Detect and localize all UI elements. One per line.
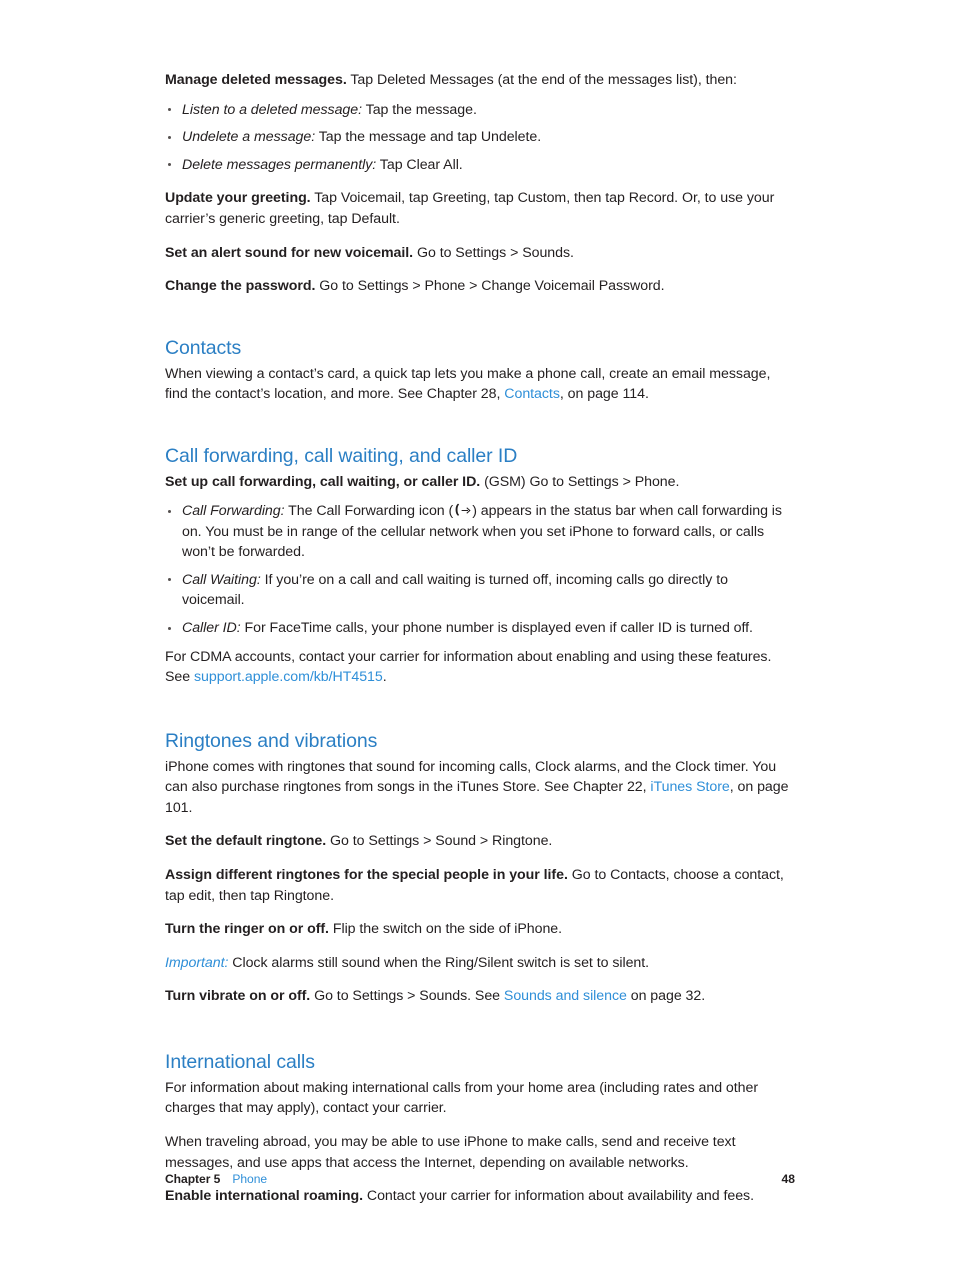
task-lead-default-ringtone: Set the default ringtone.: [165, 833, 327, 850]
bullet-desc: Tap Clear All.: [376, 156, 463, 173]
paragraph-setup-call-forwarding: Set up call forwarding, call waiting, or…: [165, 472, 792, 493]
task-text-default-ringtone: Go to Settings > Sound > Ringtone.: [326, 833, 553, 850]
paragraph-ringer-switch: Turn the ringer on or off. Flip the swit…: [165, 919, 792, 940]
important-text: Clock alarms still sound when the Ring/S…: [228, 954, 650, 971]
bullet-dot-icon: [168, 135, 171, 139]
paragraph-cdma-accounts: For CDMA accounts, contact your carrier …: [165, 647, 792, 688]
paragraph-international-info: For information about making internation…: [165, 1079, 759, 1117]
paragraph-update-greeting: Update your greeting. Tap Voicemail, tap…: [165, 188, 792, 229]
footer-chapter-name-link[interactable]: Phone: [232, 1172, 267, 1186]
task-lead-ringer-switch: Turn the ringer on or off.: [165, 921, 329, 938]
section-ringtones: Ringtones and vibrations iPhone comes wi…: [165, 730, 792, 1007]
cdma-text-after-link: .: [382, 669, 387, 686]
task-text-setup-call-forwarding: (GSM) Go to Settings > Phone.: [480, 473, 680, 490]
section-heading-contacts: Contacts: [165, 336, 242, 359]
bullet-dot-icon: [168, 108, 171, 112]
list-item: Delete messages permanently: Tap Clear A…: [165, 155, 792, 176]
document-page-content: Manage deleted messages. Tap Deleted Mes…: [165, 70, 792, 1207]
footer-page-number: 48: [781, 1172, 795, 1186]
list-item: Undelete a message: Tap the message and …: [165, 127, 792, 148]
list-item: Listen to a deleted message: Tap the mes…: [165, 100, 792, 121]
bullet-term: Undelete a message:: [182, 129, 316, 146]
bullet-term: Listen to a deleted message:: [182, 101, 363, 118]
bullet-term: Caller ID:: [182, 620, 241, 637]
task-lead-update-greeting: Update your greeting.: [165, 190, 311, 207]
bullet-list-deleted-messages: Listen to a deleted message: Tap the mes…: [165, 100, 792, 176]
section-heading-call-forwarding: Call forwarding, call waiting, and calle…: [165, 444, 518, 467]
task-lead-setup-call-forwarding: Set up call forwarding, call waiting, or…: [165, 473, 481, 490]
bullet-dot-icon: [168, 578, 171, 582]
paragraph-important-note: Important: Clock alarms still sound when…: [165, 953, 792, 974]
link-itunes-store[interactable]: iTunes Store: [650, 779, 729, 795]
vibrate-text-before-link: Go to Settings > Sounds. See: [310, 988, 504, 1005]
task-lead-alert-sound: Set an alert sound for new voicemail.: [165, 244, 414, 261]
bullet-term: Call Forwarding:: [182, 503, 285, 520]
paragraph-contacts-intro: When viewing a contact’s card, a quick t…: [165, 364, 792, 405]
list-item: Caller ID: For FaceTime calls, your phon…: [165, 618, 792, 639]
bullet-dot-icon: [168, 626, 171, 630]
task-lead-change-password: Change the password.: [165, 278, 316, 295]
bullet-desc: Tap the message and tap Undelete.: [315, 129, 542, 146]
list-item: Call Forwarding: The Call Forwarding ico…: [165, 501, 792, 563]
bullet-term: Delete messages permanently:: [182, 156, 377, 173]
task-text-alert-sound: Go to Settings > Sounds.: [413, 244, 574, 261]
task-lead-manage-deleted: Manage deleted messages.: [165, 72, 347, 88]
paragraph-traveling-abroad: When traveling abroad, you may be able t…: [165, 1133, 736, 1171]
section-contacts: Contacts When viewing a contact’s card, …: [165, 337, 792, 405]
footer-chapter-label: Chapter 5: [165, 1172, 221, 1186]
important-label: Important:: [165, 954, 229, 971]
page-footer: Chapter 5 Phone 48: [165, 1172, 795, 1186]
section-heading-ringtones: Ringtones and vibrations: [165, 729, 378, 752]
section-heading-international-calls: International calls: [165, 1050, 315, 1073]
bullet-desc: For FaceTime calls, your phone number is…: [240, 620, 753, 637]
bullet-dot-icon: [168, 509, 171, 513]
vibrate-text-after-link: on page 32.: [626, 988, 706, 1005]
bullet-list-call-features: Call Forwarding: The Call Forwarding ico…: [165, 501, 792, 639]
call-forwarding-icon: [453, 503, 472, 517]
bullet-desc: If you’re on a call and call waiting is …: [182, 571, 728, 609]
task-lead-enable-roaming: Enable international roaming.: [165, 1188, 363, 1205]
list-item: Call Waiting: If you’re on a call and ca…: [165, 570, 792, 611]
task-lead-turn-vibrate: Turn vibrate on or off.: [165, 988, 311, 1005]
contacts-text-after-link: , on page 114.: [559, 386, 649, 403]
link-contacts-chapter[interactable]: Contacts: [504, 386, 560, 402]
paragraph-change-password: Change the password. Go to Settings > Ph…: [165, 276, 792, 297]
task-text-manage-deleted: Tap Deleted Messages (at the end of the …: [346, 72, 737, 88]
paragraph-enable-roaming: Enable international roaming. Contact yo…: [165, 1186, 792, 1207]
paragraph-default-ringtone: Set the default ringtone. Go to Settings…: [165, 831, 792, 852]
bullet-desc: Tap the message.: [362, 101, 477, 118]
bullet-term: Call Waiting:: [182, 571, 261, 588]
paragraph-alert-sound: Set an alert sound for new voicemail. Go…: [165, 243, 792, 264]
task-lead-assign-ringtones: Assign different ringtones for the speci…: [165, 867, 568, 883]
task-text-change-password: Go to Settings > Phone > Change Voicemai…: [315, 278, 665, 295]
paragraph-manage-deleted-messages: Manage deleted messages. Tap Deleted Mes…: [165, 70, 792, 91]
paragraph-ringtones-intro: iPhone comes with ringtones that sound f…: [165, 757, 792, 819]
task-text-enable-roaming: Contact your carrier for information abo…: [363, 1188, 754, 1205]
contacts-text-before-link: When viewing a contact’s card, a quick t…: [165, 365, 771, 403]
bullet-desc-before-icon: The Call Forwarding icon (: [284, 503, 454, 520]
bullet-dot-icon: [168, 163, 171, 167]
paragraph-assign-ringtones: Assign different ringtones for the speci…: [165, 865, 792, 906]
link-sounds-and-silence[interactable]: Sounds and silence: [504, 988, 627, 1004]
task-text-ringer-switch: Flip the switch on the side of iPhone.: [328, 921, 563, 938]
link-support-apple-kb[interactable]: support.apple.com/kb/HT4515: [194, 669, 383, 685]
section-call-forwarding: Call forwarding, call waiting, and calle…: [165, 445, 792, 688]
paragraph-turn-vibrate: Turn vibrate on or off. Go to Settings >…: [165, 986, 792, 1007]
